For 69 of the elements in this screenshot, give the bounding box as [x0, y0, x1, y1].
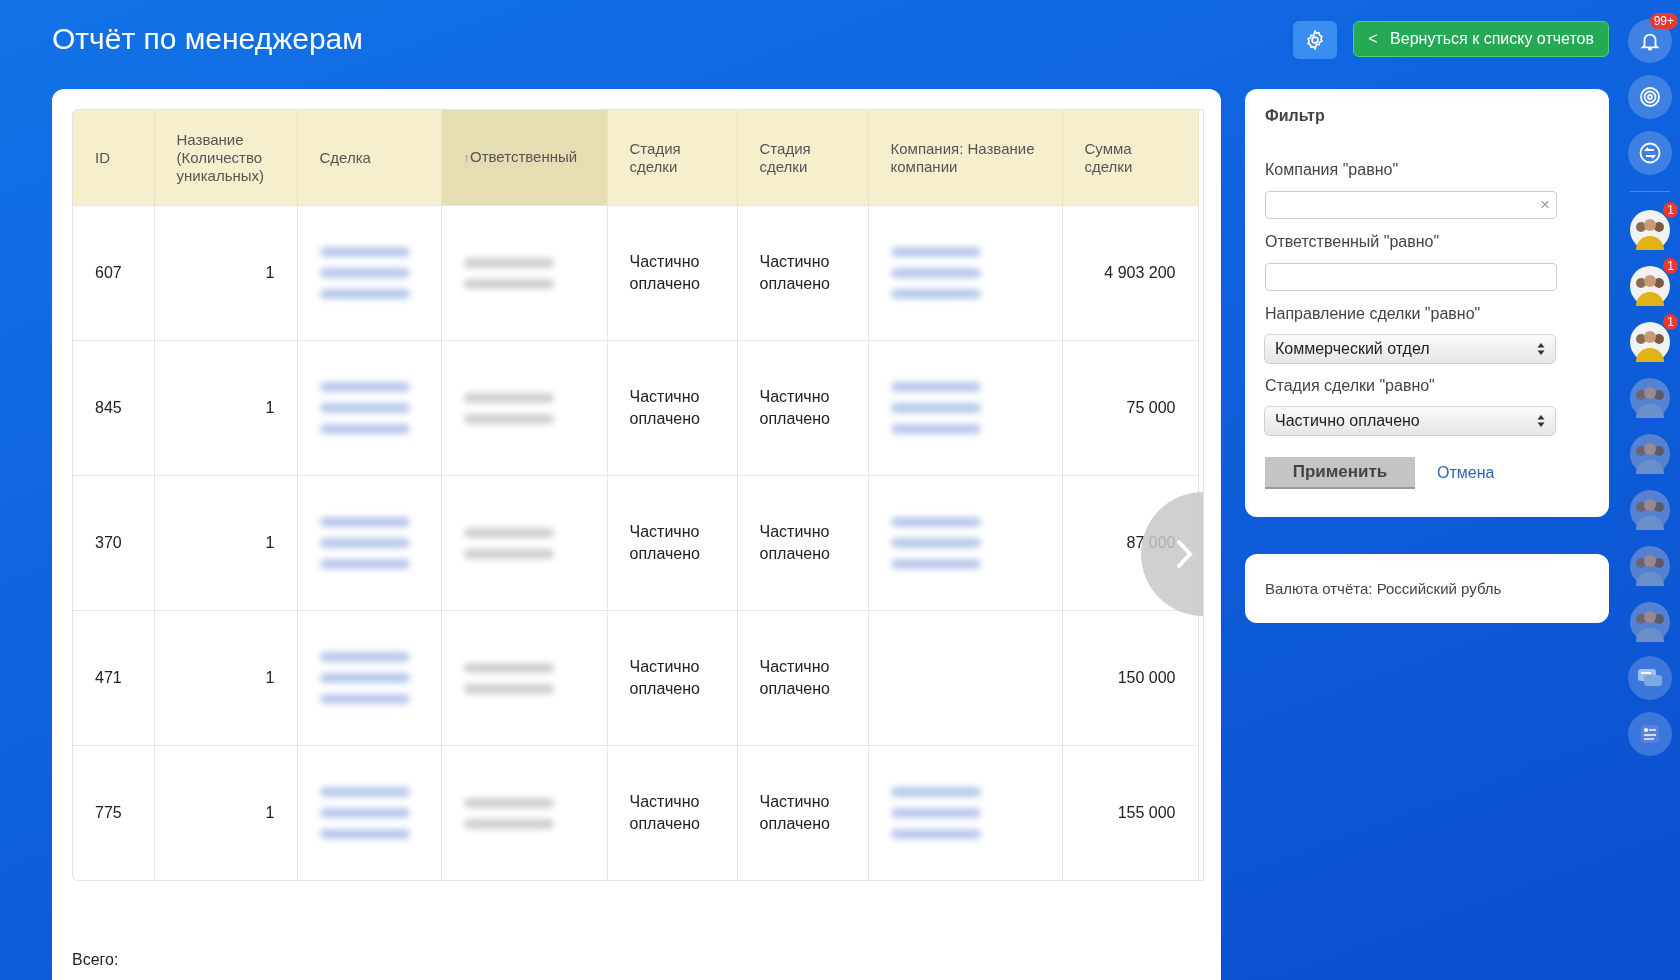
select-field[interactable]: Коммерческий отдел: [1265, 335, 1555, 363]
table-cell: Частично оплачено: [759, 793, 830, 832]
people-icon: [1630, 210, 1670, 250]
table-cell: Частично оплачено: [629, 523, 700, 562]
table-cell: 775: [95, 804, 122, 821]
table-cell: 1: [265, 399, 275, 416]
cancel-link[interactable]: Отмена: [1437, 464, 1495, 482]
people-icon: [1630, 322, 1670, 362]
document-icon: [1638, 722, 1662, 746]
column-header[interactable]: Стадия сделки: [737, 110, 868, 206]
target-icon: [1638, 85, 1662, 109]
total-label: Всего:: [72, 951, 120, 969]
people-icon: [1630, 490, 1670, 530]
field-label: Компания "равно": [1265, 161, 1400, 179]
table-cell: Частично оплачено: [629, 253, 700, 292]
table-cell: 155 000: [1117, 804, 1176, 821]
table-cell: 4 903 200: [1104, 264, 1176, 281]
table-cell: 1: [265, 264, 275, 281]
table-cell: 845: [95, 399, 122, 416]
people-icon: [1630, 378, 1670, 418]
table-cell: Частично оплачено: [629, 658, 700, 697]
notification-badge: 1: [1663, 202, 1678, 218]
column-header[interactable]: Сумма сделки: [1062, 110, 1198, 206]
column-header[interactable]: Название (Количество уникальных): [154, 110, 297, 206]
people-icon: [1630, 434, 1670, 474]
currency-text: Валюта отчёта: Российский рубль: [1265, 580, 1502, 597]
column-header[interactable]: ID: [73, 110, 154, 206]
exchange-button[interactable]: [1628, 131, 1672, 175]
table-cell: Частично оплачено: [759, 658, 830, 697]
target-button[interactable]: [1628, 75, 1672, 119]
notification-badge: 1: [1663, 314, 1678, 330]
field-label: Стадия сделки "равно": [1265, 377, 1436, 395]
chevron-right-icon: [1175, 539, 1195, 569]
table-cell: Частично оплачено: [759, 253, 830, 292]
notification-badge: 99+: [1649, 13, 1678, 29]
column-header[interactable]: Сделка: [297, 110, 441, 206]
apply-button[interactable]: Применить: [1265, 457, 1415, 489]
people-icon: [1630, 266, 1670, 306]
field-label: Направление сделки "равно": [1265, 305, 1482, 323]
table-cell: 471: [95, 669, 122, 686]
document-button[interactable]: [1628, 712, 1672, 756]
table-cell: 370: [95, 534, 122, 551]
table-cell: Частично оплачено: [759, 388, 830, 427]
notification-badge: 1: [1663, 258, 1678, 274]
table-cell: 1: [265, 669, 275, 686]
table-cell: 150 000: [1117, 669, 1176, 686]
table-cell: 1: [265, 534, 275, 551]
table-cell: 607: [95, 264, 122, 281]
filter-title: Фильтр: [1265, 107, 1326, 125]
column-header[interactable]: Стадия сделки: [607, 110, 737, 206]
select-field[interactable]: Частично оплачено: [1265, 407, 1555, 435]
exchange-icon: [1638, 141, 1662, 165]
table-cell: Частично оплачено: [629, 388, 700, 427]
table-cell: 1: [265, 804, 275, 821]
table-cell: Частично оплачено: [759, 523, 830, 562]
chat-icon: [1637, 667, 1663, 689]
people-icon: [1630, 602, 1670, 642]
people-icon: [1630, 546, 1670, 586]
settings-button[interactable]: [1293, 21, 1338, 59]
column-header[interactable]: Компания: Название компании: [868, 110, 1062, 206]
chat-button[interactable]: [1628, 656, 1672, 700]
stepper-arrows-icon: [1537, 342, 1545, 356]
page-title: Отчёт по менеджерам: [52, 22, 363, 56]
input-field[interactable]: [1265, 263, 1557, 291]
stepper-arrows-icon: [1537, 414, 1545, 428]
table-cell: 75 000: [1126, 399, 1176, 416]
column-header[interactable]: ↑Ответственный: [441, 110, 607, 206]
table-cell: Частично оплачено: [629, 793, 700, 832]
field-label: Ответственный "равно": [1265, 233, 1441, 251]
